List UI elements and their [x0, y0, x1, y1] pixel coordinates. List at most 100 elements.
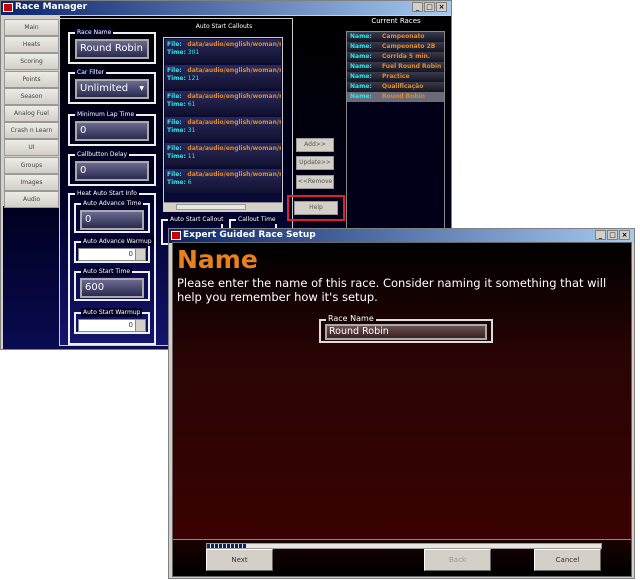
tab-groups[interactable]: Groups [4, 156, 59, 174]
current-races-title: Current Races [371, 17, 421, 25]
callbutton-delay-group: Callbutton Delay 0 [68, 150, 156, 186]
cancel-button[interactable]: Cancel [534, 549, 601, 571]
race-name: Qualificação [382, 83, 424, 90]
race-list-item[interactable]: Name: Campeonato 2B [347, 42, 444, 52]
name-label: Name: [350, 53, 372, 60]
time-label: Time: [167, 49, 186, 56]
callout-item[interactable]: File: data/audio/english/woman/rs Time: 1… [165, 65, 281, 89]
scrollbar-thumb[interactable] [176, 204, 246, 210]
callout-time: 31 [187, 127, 196, 134]
race-list-item[interactable]: Name: Practice [347, 72, 444, 82]
file-label: File: [167, 67, 182, 74]
tab-analog-fuel[interactable]: Analog Fuel [4, 105, 59, 122]
auto-start-time-input[interactable]: 600 [80, 278, 144, 298]
dialog-title: Expert Guided Race Setup [183, 230, 316, 240]
callout-time: 301 [187, 49, 200, 56]
auto-start-time-label: Auto Start Time [81, 267, 133, 276]
horizontal-scrollbar[interactable] [164, 202, 282, 211]
tab-ui[interactable]: UI [4, 139, 59, 157]
name-label: Name: [350, 93, 372, 100]
dialog-body: Name Please enter the name of this race.… [172, 242, 632, 577]
add-button[interactable]: Add>> [296, 138, 334, 152]
auto-advance-warmup-label: Auto Advance Warmup [81, 237, 154, 246]
tab-main[interactable]: Main [4, 19, 59, 36]
file-label: File: [167, 145, 182, 152]
race-name: Fuel Round Robin [382, 63, 442, 70]
remove-button[interactable]: <<Remove [296, 175, 334, 189]
race-name-group: Race Name Round Robin [68, 28, 156, 64]
callout-item[interactable]: File: data/audio/english/woman/rs Time: 3… [165, 117, 281, 141]
callout-file: data/audio/english/woman/rs [187, 67, 281, 74]
heat-auto-start-label: Heat Auto Start Info [75, 189, 139, 198]
dialog-race-name-group: Race Name Round Robin [319, 314, 493, 343]
callout-time: 11 [187, 153, 196, 160]
race-list-item[interactable]: Name: Fuel Round Robin [347, 62, 444, 72]
step-description: Please enter the name of this race. Cons… [177, 276, 607, 304]
callouts-list[interactable]: File: data/audio/english/woman/rs Time: 3… [163, 37, 283, 212]
maximize-button[interactable]: □ [607, 230, 618, 240]
back-button[interactable]: Back [424, 549, 491, 571]
auto-start-warmup-group: Auto Start Warmup 0 [74, 308, 150, 334]
race-name: Campeonato [382, 33, 425, 40]
minimize-button[interactable]: _ [412, 2, 423, 12]
car-filter-select[interactable]: Unlimited ▼ [75, 79, 149, 99]
callout-item[interactable]: File: data/audio/english/woman/rs Time: 3… [165, 39, 281, 63]
step-heading: Name [177, 245, 258, 274]
dialog-race-name-label: Race Name [326, 314, 376, 323]
auto-advance-warmup-stepper[interactable]: 0 [78, 248, 146, 261]
close-button[interactable]: × [436, 2, 447, 12]
update-button[interactable]: Update>> [296, 156, 334, 170]
time-label: Time: [167, 127, 186, 134]
maximize-button[interactable]: □ [424, 2, 435, 12]
race-list-item[interactable]: Name: Qualificação [347, 82, 444, 92]
auto-start-time-group: Auto Start Time 600 [74, 267, 150, 301]
min-lap-time-input[interactable]: 0 [75, 121, 149, 141]
tab-crash-n-learn[interactable]: Crash n Learn [4, 122, 59, 140]
tab-images[interactable]: Images [4, 173, 59, 191]
callout-file: data/audio/english/woman/rs [187, 119, 281, 126]
time-label: Time: [167, 179, 186, 186]
tab-audio[interactable]: Audio [4, 191, 59, 208]
race-list-item[interactable]: Name: Round Robin [347, 92, 444, 102]
tab-scoring[interactable]: Scoring [4, 53, 59, 71]
callout-file: data/audio/english/woman/rs [187, 171, 281, 178]
callout-item[interactable]: File: data/audio/english/woman/rs Time: 6 [165, 169, 281, 193]
minimize-button[interactable]: _ [595, 230, 606, 240]
auto-advance-time-input[interactable]: 0 [80, 210, 144, 230]
callouts-title: Auto Start Callouts [195, 23, 253, 30]
dialog-race-name-input[interactable]: Round Robin [325, 324, 487, 340]
race-name-input[interactable]: Round Robin [75, 39, 149, 59]
race-manager-titlebar[interactable]: Race Manager _ □ × [1, 1, 451, 15]
car-filter-label: Car Filter [75, 68, 107, 77]
callbutton-delay-label: Callbutton Delay [75, 150, 130, 159]
race-name: Corrida 5 min. [382, 53, 431, 60]
time-label: Time: [167, 153, 186, 160]
time-label: Time: [167, 101, 186, 108]
next-button[interactable]: Next [206, 549, 273, 571]
help-button[interactable]: Help [294, 201, 338, 215]
name-label: Name: [350, 83, 372, 90]
dialog-titlebar[interactable]: Expert Guided Race Setup _ □ × [169, 229, 634, 243]
chevron-down-icon: ▼ [139, 85, 144, 92]
auto-advance-warmup-group: Auto Advance Warmup 0 [74, 237, 154, 263]
tab-season[interactable]: Season [4, 87, 59, 105]
tab-heats[interactable]: Heats [4, 36, 59, 54]
race-name: Practice [382, 73, 410, 80]
callbutton-delay-input[interactable]: 0 [75, 161, 149, 181]
race-list-item[interactable]: Name: Campeonato [347, 32, 444, 42]
callout-item[interactable]: File: data/audio/english/woman/rs Time: 6… [165, 91, 281, 115]
auto-start-warmup-stepper[interactable]: 0 [78, 319, 146, 332]
callout-time-label: Callout Time [236, 215, 278, 224]
name-label: Name: [350, 33, 372, 40]
race-list-item[interactable]: Name: Corrida 5 min. [347, 52, 444, 62]
file-label: File: [167, 41, 182, 48]
callout-file: data/audio/english/woman/rs [187, 145, 281, 152]
dialog-footer: Next Back Cancel [173, 539, 631, 576]
close-button[interactable]: × [619, 230, 630, 240]
auto-advance-time-label: Auto Advance Time [81, 199, 144, 208]
callout-item[interactable]: File: data/audio/english/woman/rs Time: 1… [165, 143, 281, 167]
tab-points[interactable]: Points [4, 70, 59, 88]
min-lap-time-group: Minimum Lap Time 0 [68, 110, 156, 146]
name-label: Name: [350, 63, 372, 70]
name-label: Name: [350, 73, 372, 80]
